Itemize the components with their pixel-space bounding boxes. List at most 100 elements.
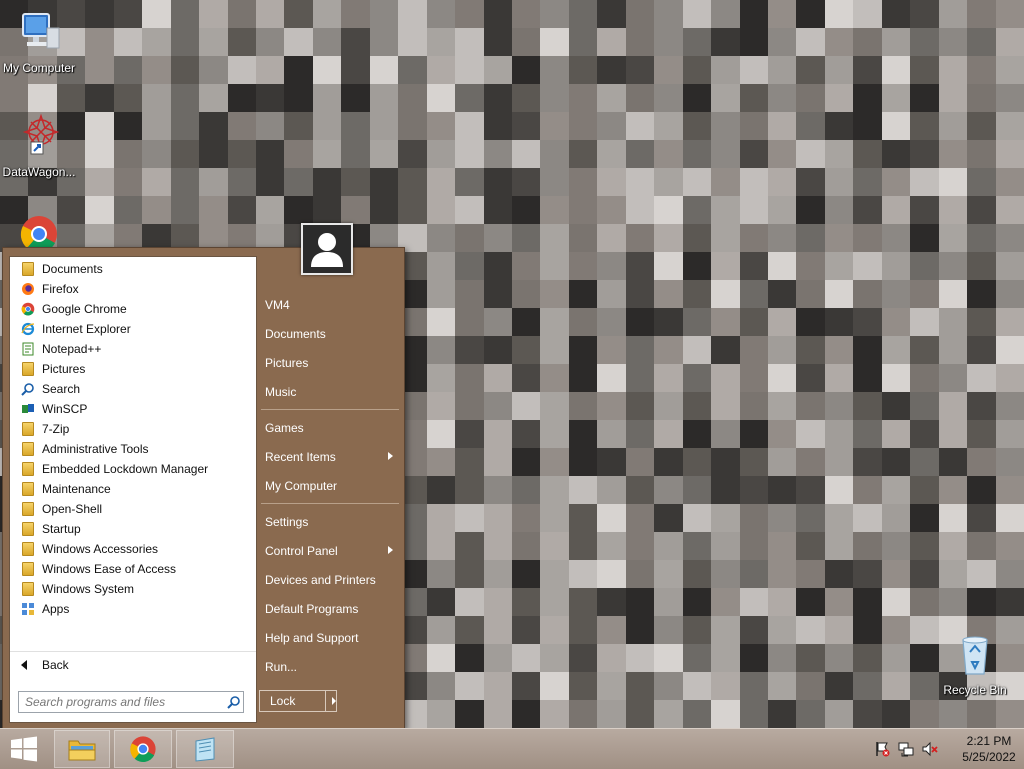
- search-input[interactable]: [19, 692, 227, 712]
- program-item[interactable]: Pictures: [20, 359, 85, 379]
- back-label: Back: [42, 658, 69, 672]
- action-center-flag-icon[interactable]: [874, 741, 890, 757]
- menu-item[interactable]: Pictures: [265, 352, 397, 374]
- program-item[interactable]: Windows Ease of Access: [20, 559, 176, 579]
- program-label: Search: [42, 382, 81, 396]
- menu-item[interactable]: Documents: [265, 323, 397, 345]
- apps-icon: [20, 601, 36, 617]
- program-item[interactable]: Internet Explorer: [20, 319, 131, 339]
- program-item[interactable]: Notepad++: [20, 339, 101, 359]
- folder-icon: [20, 441, 36, 457]
- program-item[interactable]: Startup: [20, 519, 81, 539]
- pictures-folder-icon: [20, 361, 36, 377]
- clock[interactable]: 2:21 PM 5/25/2022: [958, 733, 1020, 765]
- program-label: Maintenance: [42, 482, 111, 496]
- chrome-icon: [20, 301, 36, 317]
- desktop-icon-recycle-bin[interactable]: Recycle Bin: [933, 630, 1017, 697]
- menu-item[interactable]: Default Programs: [265, 598, 397, 620]
- program-label: 7-Zip: [42, 422, 70, 436]
- program-label: Embedded Lockdown Manager: [42, 462, 209, 476]
- taskbar-file-explorer[interactable]: [54, 730, 110, 768]
- program-item[interactable]: Firefox: [20, 279, 79, 299]
- search-icon[interactable]: [227, 695, 241, 709]
- divider: [325, 691, 326, 711]
- lock-button[interactable]: Lock: [259, 690, 337, 712]
- menu-item[interactable]: Help and Support: [265, 627, 397, 649]
- menu-item[interactable]: Run...: [265, 656, 397, 678]
- clock-time: 2:21 PM: [966, 734, 1012, 748]
- menu-item-label: VM4: [265, 298, 290, 312]
- desktop-icon-label: DataWagon...: [2, 165, 76, 179]
- back-button[interactable]: Back: [20, 655, 69, 675]
- divider: [261, 503, 399, 504]
- program-label: Windows Accessories: [42, 542, 159, 556]
- taskbar: 2:21 PM 5/25/2022: [0, 728, 1024, 769]
- program-label: Windows Ease of Access: [42, 562, 177, 576]
- start-button[interactable]: [0, 730, 48, 768]
- desktop-icon-datawagon[interactable]: DataWagon...: [0, 112, 81, 179]
- taskbar-chrome[interactable]: [114, 730, 172, 768]
- program-item[interactable]: Embedded Lockdown Manager: [20, 459, 208, 479]
- search-box[interactable]: [18, 691, 244, 713]
- user-avatar[interactable]: [301, 223, 353, 275]
- menu-item-label: Music: [265, 385, 297, 399]
- folder-icon: [20, 581, 36, 597]
- program-item[interactable]: 7-Zip: [20, 419, 69, 439]
- menu-item[interactable]: Music: [265, 381, 397, 403]
- program-item[interactable]: Google Chrome: [20, 299, 127, 319]
- divider: [10, 651, 256, 652]
- submenu-arrow-icon: [388, 546, 393, 554]
- menu-item-label: Help and Support: [265, 631, 359, 645]
- menu-item[interactable]: Control Panel: [265, 540, 397, 562]
- program-item[interactable]: Search: [20, 379, 80, 399]
- program-label: Notepad++: [42, 342, 102, 356]
- program-label: WinSCP: [42, 402, 88, 416]
- search-icon: [20, 381, 36, 397]
- program-item[interactable]: Administrative Tools: [20, 439, 149, 459]
- volume-muted-icon[interactable]: [922, 741, 938, 757]
- program-label: Administrative Tools: [42, 442, 149, 456]
- firefox-icon: [20, 281, 36, 297]
- program-label: Internet Explorer: [42, 322, 131, 336]
- chrome-icon: [0, 214, 81, 248]
- my-computer-icon: [0, 8, 81, 59]
- program-label: Open-Shell: [42, 502, 103, 516]
- menu-item[interactable]: Recent Items: [265, 446, 397, 468]
- internet-explorer-icon: [20, 321, 36, 337]
- notepadpp-icon: [20, 341, 36, 357]
- folder-icon: [20, 521, 36, 537]
- desktop-icon-my-computer[interactable]: My Computer: [0, 8, 81, 75]
- clock-date: 5/25/2022: [962, 750, 1016, 764]
- menu-item[interactable]: Games: [265, 417, 397, 439]
- divider: [261, 409, 399, 410]
- back-arrow-icon: [21, 660, 27, 670]
- program-label: Google Chrome: [42, 302, 127, 316]
- menu-item[interactable]: Settings: [265, 511, 397, 533]
- program-item[interactable]: Apps: [20, 599, 69, 619]
- taskbar-notepad[interactable]: [176, 730, 234, 768]
- lock-label: Lock: [270, 694, 296, 708]
- desktop-icon-label: Recycle Bin: [943, 683, 1007, 697]
- program-item[interactable]: Windows System: [20, 579, 134, 599]
- program-item[interactable]: Documents: [20, 259, 103, 279]
- menu-item-label: Games: [265, 421, 304, 435]
- file-explorer-icon: [68, 740, 96, 761]
- menu-item[interactable]: VM4: [265, 294, 397, 316]
- program-item[interactable]: WinSCP: [20, 399, 87, 419]
- program-label: Pictures: [42, 362, 86, 376]
- datawagon-icon: [0, 112, 81, 163]
- desktop-chrome-icon-partial[interactable]: [0, 214, 81, 248]
- menu-item[interactable]: Devices and Printers: [265, 569, 397, 591]
- program-item[interactable]: Maintenance: [20, 479, 111, 499]
- program-item[interactable]: Open-Shell: [20, 499, 102, 519]
- menu-item-label: Documents: [265, 327, 326, 341]
- network-icon[interactable]: [898, 741, 914, 757]
- menu-item-label: Settings: [265, 515, 309, 529]
- program-label: Windows System: [42, 582, 135, 596]
- user-icon: [311, 233, 343, 267]
- folder-icon: [20, 421, 36, 437]
- menu-item[interactable]: My Computer: [265, 475, 397, 497]
- menu-item-label: Recent Items: [265, 450, 336, 464]
- power-options-arrow-icon[interactable]: [332, 697, 336, 705]
- program-item[interactable]: Windows Accessories: [20, 539, 158, 559]
